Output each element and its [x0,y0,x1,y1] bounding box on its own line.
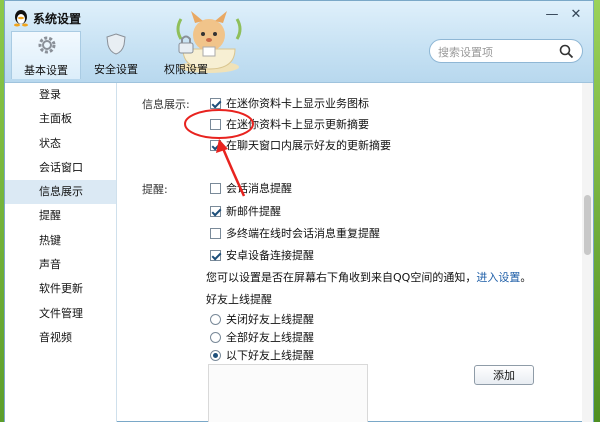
lock-icon [178,35,194,54]
option-label: 关闭好友上线提醒 [226,313,314,326]
friend-list-box[interactable] [208,364,368,422]
shield-icon [106,33,126,55]
option-label: 安卓设备连接提醒 [226,249,314,262]
search-box[interactable] [429,39,583,63]
friend-online-label: 好友上线提醒 [206,293,272,306]
option-new-mail-reminder[interactable]: 新邮件提醒 [210,203,281,219]
sidebar-item-audio-video[interactable]: 音视频 [5,326,116,350]
checkbox[interactable] [210,227,221,239]
tab-basic-settings[interactable]: 基本设置 [11,31,81,79]
sidebar-item-login[interactable]: 登录 [5,83,116,107]
checkbox[interactable] [210,249,221,261]
info-display-label: 信息展示: [142,98,190,111]
option-show-business-icon[interactable]: 在迷你资料卡上显示业务图标 [210,95,369,111]
radio-button[interactable] [210,349,221,361]
qq-penguin-icon [14,10,28,27]
sidebar-item-hotkeys[interactable]: 热键 [5,229,116,253]
reminders-label: 提醒: [142,183,168,196]
scrollbar[interactable] [582,83,593,422]
option-label: 会话消息提醒 [226,182,292,195]
checkbox[interactable] [210,139,221,151]
option-label: 在迷你资料卡上显示更新摘要 [226,118,369,131]
tab-bar: 基本设置 安全设置 权限设置 [11,31,221,79]
search-input[interactable] [438,44,558,60]
checkbox[interactable] [210,118,221,130]
option-android-connect-reminder[interactable]: 安卓设备连接提醒 [210,247,314,263]
notice-end: 。 [520,271,532,284]
option-label: 多终端在线时会话消息重复提醒 [226,227,380,240]
checkbox[interactable] [210,97,221,109]
gear-icon [38,36,56,54]
option-label: 新邮件提醒 [226,205,281,218]
sidebar-item-status[interactable]: 状态 [5,132,116,156]
tab-label: 基本设置 [24,64,68,77]
sidebar-item-file-management[interactable]: 文件管理 [5,302,116,326]
close-button[interactable]: ✕ [567,7,585,23]
enter-settings-link[interactable]: 进入设置 [476,271,520,284]
option-multi-terminal-reminder[interactable]: 多终端在线时会话消息重复提醒 [210,225,380,241]
sidebar: 登录 主面板 状态 会话窗口 信息展示 提醒 热键 声音 软件更新 文件管理 音… [5,83,117,422]
window-controls: — ✕ [543,7,585,23]
radio-selected-friends-reminder[interactable]: 以下好友上线提醒 [210,347,314,363]
scroll-thumb[interactable] [584,195,591,255]
window-title: 系统设置 [33,12,82,26]
option-label: 全部好友上线提醒 [226,331,314,344]
minimize-button[interactable]: — [543,7,561,23]
sidebar-item-sound[interactable]: 声音 [5,253,116,277]
radio-disable-online-reminder[interactable]: 关闭好友上线提醒 [210,311,314,327]
qzone-notice: 您可以设置是否在屏幕右下角收到来自QQ空间的通知，进入设置。 [206,269,531,285]
tab-label: 安全设置 [94,63,138,76]
search-icon[interactable] [559,44,574,59]
tab-permission-settings[interactable]: 权限设置 [151,31,221,79]
sidebar-item-reminders[interactable]: 提醒 [5,204,116,228]
option-message-reminder[interactable]: 会话消息提醒 [210,180,292,196]
checkbox[interactable] [210,182,221,194]
radio-button[interactable] [210,313,221,325]
sidebar-item-info-display[interactable]: 信息展示 [5,180,116,205]
radio-all-friends-reminder[interactable]: 全部好友上线提醒 [210,329,314,345]
option-label: 在迷你资料卡上显示业务图标 [226,97,369,110]
settings-window: 系统设置 — ✕ 基本设置 安全设置 权限设置 搜索设置项 登录 主面板 状态 … [4,0,594,422]
title-bar: 系统设置 — ✕ 基本设置 安全设置 权限设置 搜索设置项 [5,1,593,83]
sidebar-item-software-update[interactable]: 软件更新 [5,277,116,301]
checkbox[interactable] [210,205,221,217]
radio-button[interactable] [210,331,221,343]
option-label: 以下好友上线提醒 [226,349,314,362]
tab-label: 权限设置 [164,63,208,76]
option-chat-friend-updates[interactable]: 在聊天窗口内展示好友的更新摘要 [210,137,391,153]
settings-content: 信息展示: 在迷你资料卡上显示业务图标 在迷你资料卡上显示更新摘要 在聊天窗口内… [118,83,584,422]
option-label: 在聊天窗口内展示好友的更新摘要 [226,139,391,152]
sidebar-item-main-panel[interactable]: 主面板 [5,107,116,131]
tab-security-settings[interactable]: 安全设置 [81,31,151,79]
add-button[interactable]: 添加 [474,365,534,385]
sidebar-item-chat-window[interactable]: 会话窗口 [5,156,116,180]
option-show-update-summary[interactable]: 在迷你资料卡上显示更新摘要 [210,116,369,132]
notice-text: 您可以设置是否在屏幕右下角收到来自QQ空间的通知， [206,271,477,284]
